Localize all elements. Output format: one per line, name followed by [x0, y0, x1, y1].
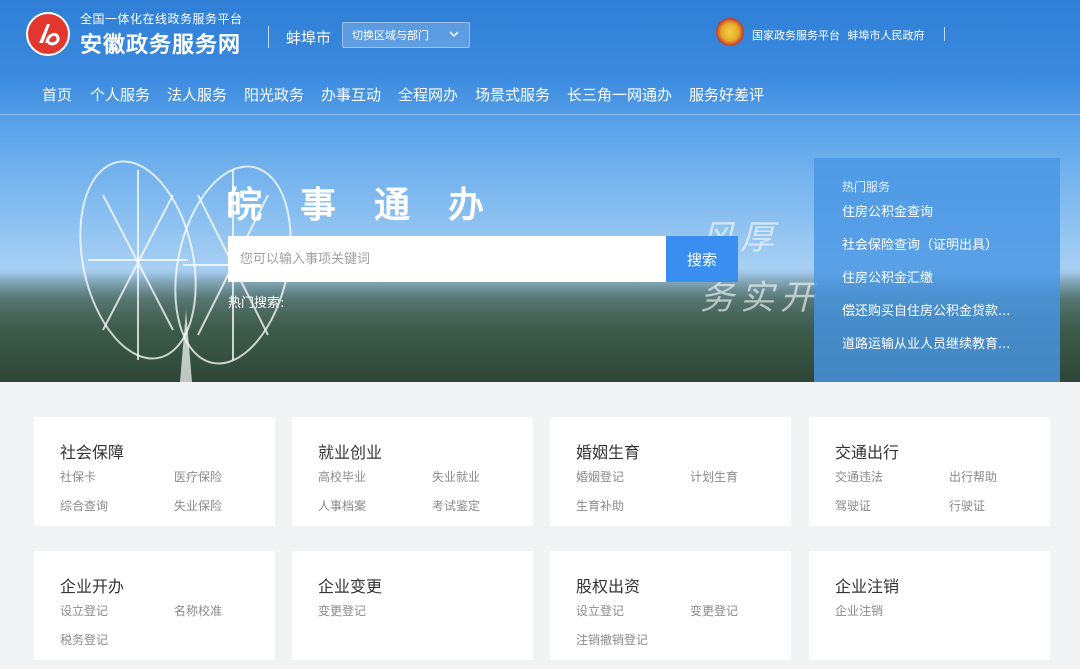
card-link[interactable]: 社保卡: [60, 468, 96, 485]
card-link[interactable]: 税务登记: [60, 631, 108, 648]
card-title[interactable]: 婚姻生育: [576, 439, 640, 463]
divider: [268, 26, 269, 48]
service-card-deregistration: 企业注销 企业注销: [809, 551, 1050, 660]
current-city: 蚌埠市: [286, 29, 332, 47]
card-link[interactable]: 失业保险: [174, 497, 222, 514]
card-link[interactable]: 企业注销: [835, 602, 883, 619]
nav-item-interaction[interactable]: 办事互动: [321, 84, 381, 105]
card-title[interactable]: 交通出行: [835, 439, 899, 463]
service-card-business-setup: 企业开办 设立登记 名称校准 税务登记: [34, 551, 275, 660]
card-link[interactable]: 驾驶证: [835, 497, 871, 514]
nav-divider: [0, 114, 1080, 115]
card-link[interactable]: 计划生育: [690, 468, 738, 485]
card-title[interactable]: 企业开办: [60, 573, 124, 597]
site-subtitle: 全国一体化在线政务服务平台: [80, 12, 243, 26]
nav-item-sunshine[interactable]: 阳光政务: [244, 84, 304, 105]
card-link[interactable]: 变更登记: [318, 602, 366, 619]
switch-region-button[interactable]: 切换区域与部门: [342, 22, 470, 48]
service-card-transport: 交通出行 交通违法 出行帮助 驾驶证 行驶证: [809, 417, 1050, 526]
card-link[interactable]: 变更登记: [690, 602, 738, 619]
banner-slogan: 皖事通办: [226, 185, 523, 226]
top-bar: 全国一体化在线政务服务平台 安徽政务服务网 蚌埠市 切换区域与部门 国家政务服务…: [0, 0, 1080, 72]
search-input[interactable]: [228, 236, 666, 282]
card-link[interactable]: 生育补助: [576, 497, 624, 514]
card-title[interactable]: 社会保障: [60, 439, 124, 463]
hot-service-item[interactable]: 住房公积金查询: [842, 203, 1060, 236]
gov-links: 国家政务服务平台 蚌埠市人民政府: [752, 27, 929, 43]
nav-item-review[interactable]: 服务好差评: [689, 84, 764, 105]
card-link[interactable]: 行驶证: [949, 497, 985, 514]
header-banner: 风厚 务实开 全国一体化在线政务服务平台 安徽政务服务网 蚌埠市 切换区域与部门…: [0, 0, 1080, 382]
search-button[interactable]: 搜索: [666, 236, 738, 282]
nav-item-legal[interactable]: 法人服务: [167, 84, 227, 105]
service-card-social-security: 社会保障 社保卡 医疗保险 综合查询 失业保险: [34, 417, 275, 526]
card-link[interactable]: 名称校准: [174, 602, 222, 619]
card-link[interactable]: 高校毕业: [318, 468, 366, 485]
main-nav: 首页 个人服务 法人服务 阳光政务 办事互动 全程网办 场景式服务 长三角一网通…: [0, 76, 1080, 114]
hot-services-panel: 热门服务 住房公积金查询 社会保险查询（证明出具） 住房公积金汇缴 偿还购买自住…: [814, 158, 1060, 382]
service-card-marriage: 婚姻生育 婚姻登记 计划生育 生育补助: [550, 417, 791, 526]
card-title[interactable]: 企业注销: [835, 573, 899, 597]
hot-search-label: 热门搜索:: [228, 296, 285, 311]
card-link[interactable]: 设立登记: [576, 602, 624, 619]
chevron-down-icon: [449, 31, 459, 38]
card-title[interactable]: 企业变更: [318, 573, 382, 597]
card-link[interactable]: 婚姻登记: [576, 468, 624, 485]
hot-services-title: 热门服务: [842, 180, 891, 194]
service-card-business-change: 企业变更 变更登记: [292, 551, 533, 660]
card-link[interactable]: 出行帮助: [949, 468, 997, 485]
link-national-platform[interactable]: 国家政务服务平台: [752, 29, 840, 42]
logo-icon: [39, 24, 60, 46]
nav-item-home[interactable]: 首页: [42, 84, 72, 105]
national-emblem-icon: [716, 18, 744, 46]
switch-region-label: 切换区域与部门: [352, 29, 429, 42]
site-logo[interactable]: [26, 12, 70, 56]
nav-item-scenario[interactable]: 场景式服务: [475, 84, 550, 105]
divider: [944, 27, 945, 41]
card-title[interactable]: 就业创业: [318, 439, 382, 463]
nav-item-personal[interactable]: 个人服务: [90, 84, 150, 105]
hot-service-item[interactable]: 社会保险查询（证明出具）: [842, 236, 1060, 269]
card-link[interactable]: 考试鉴定: [432, 497, 480, 514]
hot-service-item[interactable]: 偿还购买自住房公积金贷款...: [842, 302, 1060, 335]
card-link[interactable]: 人事档案: [318, 497, 366, 514]
hot-service-item[interactable]: 住房公积金汇缴: [842, 269, 1060, 302]
card-link[interactable]: 综合查询: [60, 497, 108, 514]
service-card-equity: 股权出资 设立登记 变更登记 注销撤销登记: [550, 551, 791, 660]
card-link[interactable]: 交通违法: [835, 468, 883, 485]
hot-service-item[interactable]: 道路运输从业人员继续教育...: [842, 335, 1060, 368]
nav-item-online[interactable]: 全程网办: [398, 84, 458, 105]
card-title[interactable]: 股权出资: [576, 573, 640, 597]
card-link[interactable]: 注销撤销登记: [576, 631, 648, 648]
card-link[interactable]: 医疗保险: [174, 468, 222, 485]
service-card-employment: 就业创业 高校毕业 失业就业 人事档案 考试鉴定: [292, 417, 533, 526]
card-link[interactable]: 设立登记: [60, 602, 108, 619]
site-title[interactable]: 安徽政务服务网: [80, 27, 241, 59]
card-link[interactable]: 失业就业: [432, 468, 480, 485]
nav-item-yangtze[interactable]: 长三角一网通办: [567, 84, 672, 105]
link-city-government[interactable]: 蚌埠市人民政府: [848, 29, 925, 42]
